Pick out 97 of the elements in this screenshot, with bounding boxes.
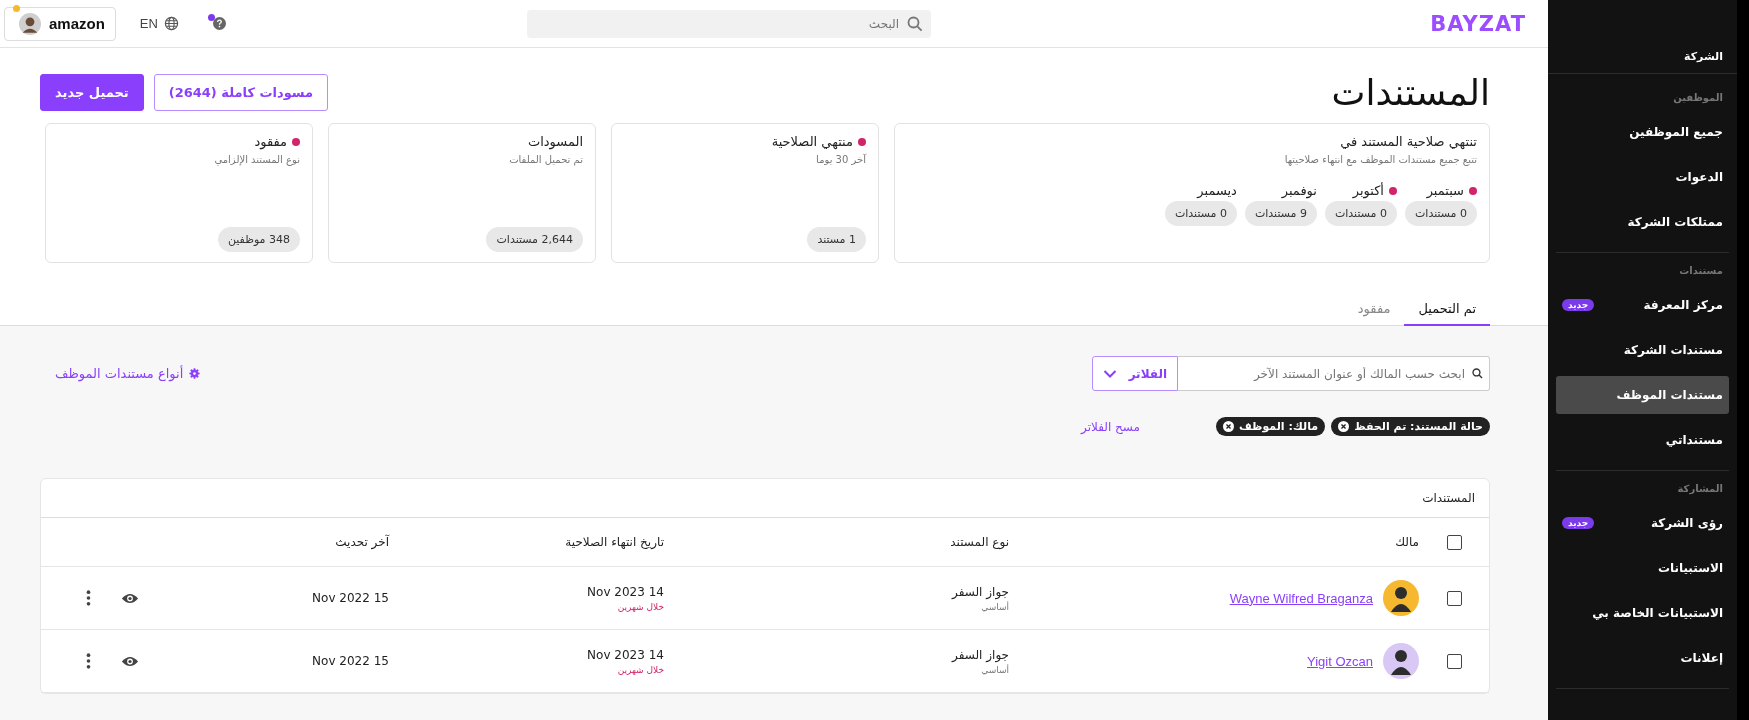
table-cell: 14 Nov 2023 (587, 584, 664, 599)
column-header: تاريخ انتهاء الصلاحية (564, 535, 664, 549)
close-icon[interactable] (1338, 421, 1350, 432)
eye-icon[interactable] (121, 591, 139, 605)
table-cell: 15 Nov 2022 (312, 591, 389, 605)
sidebar-item-label: مستنداتي (1665, 433, 1723, 447)
sidebar-item-label: ممتلكات الشركة (1627, 215, 1723, 229)
month-label: نوفمبر (1281, 183, 1317, 198)
month-label: ديسمبر (1197, 183, 1237, 198)
sidebar-item-label: رؤى الشركة (1650, 516, 1723, 530)
card-subtitle: تم تحميل الملفات (509, 154, 583, 165)
count-pill: 9 مستندات (1244, 201, 1317, 226)
sidebar-item-label: الاستبيانات (1657, 561, 1723, 575)
card-subtitle: آخر 30 يوما (816, 154, 866, 165)
card-subtitle: نوع المستند الإلزامي (214, 154, 300, 165)
summary-card[interactable]: المسودات تم تحميل الملفات 2,644 مستندات (328, 123, 596, 263)
sidebar-item[interactable]: إعلانات (1556, 639, 1729, 677)
chevron-down-icon (1102, 368, 1117, 379)
count-pill: 348 موظفين (217, 227, 300, 252)
sidebar-section-title: الموظفين (1672, 91, 1724, 106)
card-title: منتهي الصلاحية (771, 134, 853, 149)
tab[interactable]: مفقود (1343, 295, 1405, 326)
new-badge: جديد (1562, 517, 1595, 529)
count-pill: 0 مستندات (1404, 201, 1477, 226)
sidebar-item[interactable]: مركز المعرفة جديد (1556, 286, 1729, 324)
sidebar-item[interactable]: مستندات الموظف (1556, 376, 1729, 414)
card-title: مفقود (254, 134, 287, 149)
new-badge: جديد (1562, 299, 1595, 311)
table-cell: أساسي (981, 601, 1009, 612)
month-label: أكتوبر (1352, 183, 1384, 198)
page-title: المستندات (1331, 72, 1490, 113)
sidebar-item[interactable]: مستنداتي (1556, 421, 1729, 459)
sidebar-item[interactable]: ممتلكات الشركة (1556, 203, 1729, 241)
sidebar-section-title: المشاركة (1676, 482, 1724, 497)
search-icon (907, 15, 923, 32)
sidebar-item[interactable]: الاستبيانات الخاصة بي (1556, 594, 1729, 632)
table-title: المستندات (41, 479, 1489, 518)
table-cell: 15 Nov 2022 (312, 654, 389, 668)
card-title: تنتهي صلاحية المستند في (1340, 134, 1477, 149)
sidebar-item[interactable]: مستندات الشركة (1556, 331, 1729, 369)
sidebar-item[interactable]: جميع الموظفين (1556, 113, 1729, 151)
language-switcher[interactable]: EN (139, 16, 179, 31)
logo[interactable]: BAYZAT (1430, 11, 1526, 36)
count-pill: 1 مستند (807, 227, 866, 252)
column-header: مالك (1394, 535, 1419, 549)
clear-filters-link[interactable]: مسح الفلاتر (1081, 419, 1140, 434)
document-types-link[interactable]: أنواع مستندات الموظف (55, 366, 201, 381)
table-cell: جواز السفر (952, 584, 1009, 599)
sidebar-item-label: مستندات الشركة (1623, 343, 1723, 357)
avatar-icon (1383, 580, 1419, 616)
month-label: سبتمبر (1426, 183, 1464, 198)
table-cell: 14 Nov 2023 (587, 647, 664, 662)
gear-icon (189, 368, 201, 379)
filter-chip[interactable]: مالك: الموظف (1215, 417, 1326, 436)
help-icon[interactable] (212, 17, 226, 30)
filter-chip[interactable]: حالة المستند: تم الحفظ (1331, 417, 1490, 436)
sidebar-item-label: الاستبيانات الخاصة بي (1592, 606, 1723, 620)
card-title: المسودات (527, 134, 583, 149)
count-pill: 0 مستندات (1324, 201, 1397, 226)
checkbox[interactable] (1446, 590, 1462, 606)
count-pill: 0 مستندات (1164, 201, 1237, 226)
owner-link[interactable]: Yigit Ozcan (1307, 653, 1373, 669)
search-icon (1472, 368, 1483, 379)
more-icon[interactable] (86, 589, 91, 607)
close-icon[interactable] (1222, 421, 1234, 432)
sidebar-item-label: إعلانات (1680, 651, 1723, 665)
sidebar-item[interactable]: الدعوات (1556, 158, 1729, 196)
company-switcher[interactable]: amazon (4, 6, 116, 41)
summary-card[interactable]: مفقود نوع المستند الإلزامي 348 موظفين (45, 123, 313, 263)
sidebar-item-label: مركز المعرفة (1643, 298, 1723, 312)
owner-link[interactable]: Wayne Wilfred Braganza (1229, 590, 1373, 606)
avatar-icon (1383, 643, 1419, 679)
upload-button[interactable]: تحميل جديد (40, 74, 144, 111)
expiry-note: خلال شهرين (617, 664, 664, 675)
search-field[interactable]: البحث (527, 9, 931, 38)
sidebar-header: الشركة (1548, 50, 1737, 74)
summary-card[interactable]: منتهي الصلاحية آخر 30 يوما 1 مستند (611, 123, 879, 263)
sidebar-section-title: مستندات (1678, 264, 1724, 278)
eye-icon[interactable] (121, 654, 139, 668)
checkbox[interactable] (1446, 653, 1462, 669)
sidebar-item[interactable]: رؤى الشركة جديد (1556, 504, 1729, 542)
avatar-icon (19, 12, 41, 35)
count-pill: 2,644 مستندات (486, 227, 583, 252)
column-header: نوع المستند (949, 535, 1009, 549)
sidebar-item-label: الدعوات (1675, 170, 1723, 184)
drafts-button[interactable]: مسودات كاملة (2644) (153, 74, 329, 111)
more-icon[interactable] (86, 652, 91, 670)
table-cell: أساسي (981, 664, 1009, 675)
expiry-note: خلال شهرين (617, 601, 664, 612)
filter-button[interactable]: الفلاتر (1091, 356, 1178, 391)
sidebar-item-label: جميع الموظفين (1629, 125, 1723, 139)
column-header: آخر تحديث (334, 535, 389, 549)
sidebar-item[interactable]: الاستبيانات (1556, 549, 1729, 587)
sidebar-item-label: مستندات الموظف (1616, 388, 1723, 402)
table-cell: جواز السفر (952, 647, 1009, 662)
checkbox[interactable] (1446, 534, 1462, 550)
card-subtitle: تتبع جميع مستندات الموظف مع انتهاء صلاحيتها (1284, 154, 1477, 165)
